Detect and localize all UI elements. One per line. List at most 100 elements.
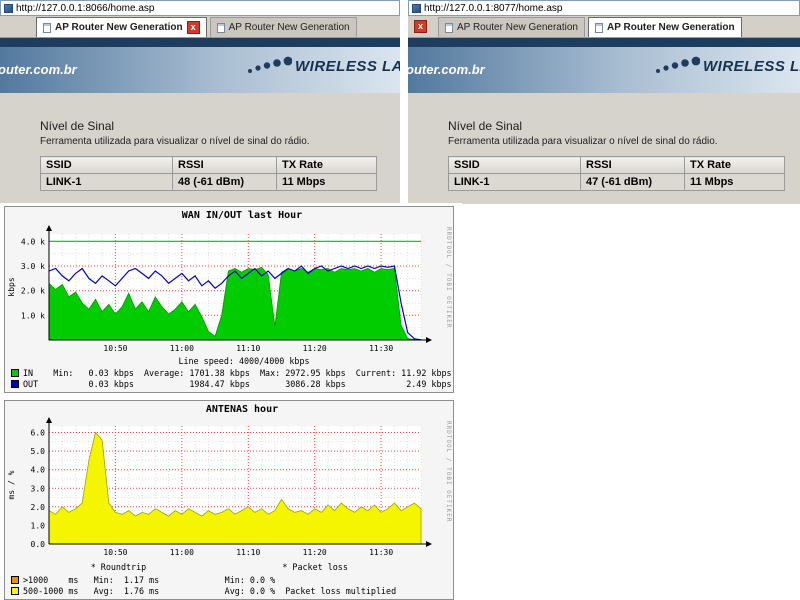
legend-row: OUT 0.03 kbps 1984.47 kbps 3086.28 kbps … (11, 379, 453, 390)
table-row: LINK-1 48 (-61 dBm) 11 Mbps (41, 174, 377, 191)
col-header-ssid: SSID (449, 157, 581, 174)
svg-text:11:00: 11:00 (170, 548, 194, 557)
signal-table: SSID RSSI TX Rate LINK-1 48 (-61 dBm) 11… (40, 156, 377, 191)
header-banner: outer.com.br WIRELESS LA (408, 47, 800, 93)
page-icon (445, 23, 453, 33)
svg-text:kbps: kbps (7, 277, 16, 296)
browser-window-right: x AP Router New Generation AP Router New… (408, 0, 800, 204)
legend-swatch-icon (11, 380, 19, 388)
svg-text:2.0 k: 2.0 k (21, 287, 45, 296)
antenas-chart-svg: 0.01.02.03.04.05.06.010:5011:0011:1011:2… (5, 416, 451, 562)
svg-text:1.0 k: 1.0 k (21, 311, 45, 320)
header-navy-strip (408, 38, 800, 47)
tab-ap-router-1[interactable]: AP Router New Generation x (36, 17, 207, 37)
close-tab-icon[interactable]: x (187, 21, 200, 34)
rrdtool-watermark: RRDTOOL / TOBI OETIKER (445, 421, 452, 522)
page-icon (43, 23, 51, 33)
cell-rssi: 47 (-61 dBm) (581, 174, 685, 191)
cell-ssid: LINK-1 (449, 174, 581, 191)
tab-bar: AP Router New Generation x AP Router New… (0, 16, 400, 38)
svg-text:5.0: 5.0 (31, 447, 46, 456)
legend-row: >1000 ms Min: 1.17 ms Min: 0.0 % (11, 575, 453, 586)
page-subtitle: Ferramenta utilizada para visualizar o n… (40, 136, 400, 147)
table-header-row: SSID RSSI TX Rate (41, 157, 377, 174)
svg-text:2.0: 2.0 (31, 503, 46, 512)
svg-text:3.0: 3.0 (31, 484, 46, 493)
svg-text:1.0: 1.0 (31, 521, 46, 530)
col-header-txrate: TX Rate (277, 157, 377, 174)
legend-text: >1000 ms Min: 1.17 ms Min: 0.0 % (23, 575, 275, 586)
url-bar[interactable] (408, 0, 800, 16)
wan-chart-panel: WAN IN/OUT last Hour 1.0 k 2.0 k 3.0 k 4.0 … (4, 206, 454, 393)
tab-label: AP Router New Generation (607, 22, 735, 33)
legend-row: IN Min: 0.03 kbps Average: 1701.38 kbps … (11, 368, 453, 379)
charts-window: WAN IN/OUT last Hour 1.0 k 2.0 k 3.0 k 4.0 … (0, 203, 462, 600)
cell-rssi: 48 (-61 dBm) (173, 174, 277, 191)
tab-label: AP Router New Generation (457, 22, 578, 33)
cell-ssid: LINK-1 (41, 174, 173, 191)
wan-chart-title: WAN IN/OUT last Hour (5, 207, 453, 222)
rrdtool-watermark: RRDTOOL / TOBI OETIKER (445, 227, 452, 328)
tab-label: AP Router New Generation (55, 22, 183, 33)
table-row: LINK-1 47 (-61 dBm) 11 Mbps (449, 174, 785, 191)
tab-ap-router-2[interactable]: AP Router New Generation (210, 17, 357, 37)
brand-logo-text: outer.com.br (0, 62, 77, 77)
col-header-rssi: RSSI (173, 157, 277, 174)
brand-logo-text: outer.com.br (408, 62, 485, 77)
legend-text: OUT 0.03 kbps 1984.47 kbps 3086.28 kbps … (23, 379, 452, 390)
close-tab-icon[interactable]: x (414, 20, 427, 33)
legend-text: IN Min: 0.03 kbps Average: 1701.38 kbps … (23, 368, 452, 379)
svg-text:11:30: 11:30 (369, 344, 393, 353)
legend-swatch-icon (11, 587, 19, 595)
url-input[interactable] (16, 3, 396, 14)
svg-text:6.0: 6.0 (31, 429, 46, 438)
page-title: Nível de Sinal (40, 119, 400, 133)
legend-text: 500-1000 ms Avg: 1.76 ms Avg: 0.0 % Pack… (23, 586, 396, 597)
dots-icon (654, 55, 700, 77)
wan-chart-legend: IN Min: 0.03 kbps Average: 1701.38 kbps … (5, 366, 453, 392)
tab-ap-router-2[interactable]: AP Router New Generation (588, 17, 742, 37)
svg-text:11:10: 11:10 (236, 344, 260, 353)
roundtrip-packetloss-note: * Roundtrip * Packet loss (5, 562, 453, 573)
svg-text:11:20: 11:20 (303, 344, 327, 353)
col-header-txrate: TX Rate (685, 157, 785, 174)
legend-row: 500-1000 ms Avg: 1.76 ms Avg: 0.0 % Pack… (11, 586, 453, 597)
url-bar[interactable] (0, 0, 400, 16)
url-input[interactable] (424, 3, 796, 14)
svg-text:ms / %: ms / % (7, 470, 16, 499)
cell-txrate: 11 Mbps (277, 174, 377, 191)
wireless-lan-text: WIRELESS LA (703, 58, 800, 75)
browser-window-left: AP Router New Generation x AP Router New… (0, 0, 400, 204)
wireless-lan-logo: WIRELESS LA (654, 55, 800, 77)
col-header-rssi: RSSI (581, 157, 685, 174)
signal-table: SSID RSSI TX Rate LINK-1 47 (-61 dBm) 11… (448, 156, 785, 191)
dots-icon (246, 55, 292, 77)
antenas-chart-legend: >1000 ms Min: 1.17 ms Min: 0.0 %500-1000… (5, 573, 453, 599)
antenas-chart-panel: ANTENAS hour 0.01.02.03.04.05.06.010:501… (4, 400, 454, 600)
svg-text:11:30: 11:30 (369, 548, 393, 557)
legend-swatch-icon (11, 369, 19, 377)
favicon-icon (412, 4, 421, 13)
tab-bar: x AP Router New Generation AP Router New… (408, 16, 800, 38)
svg-text:10:50: 10:50 (103, 344, 127, 353)
legend-swatch-icon (11, 576, 19, 584)
svg-text:4.0 k: 4.0 k (21, 237, 45, 246)
page-content: Nível de Sinal Ferramenta utilizada para… (0, 93, 400, 204)
tab-ap-router-1[interactable]: AP Router New Generation (438, 17, 585, 37)
svg-text:11:00: 11:00 (170, 344, 194, 353)
svg-text:3.0 k: 3.0 k (21, 262, 45, 271)
line-speed-label: Line speed: 4000/4000 kbps (5, 356, 453, 366)
tab-label: AP Router New Generation (229, 22, 350, 33)
header-navy-strip (0, 38, 400, 47)
header-banner: outer.com.br WIRELESS LA (0, 47, 400, 93)
wan-chart-svg: 1.0 k 2.0 k 3.0 k 4.0 k 10:50 11:00 11:10 11:20… (5, 222, 451, 356)
svg-text:10:50: 10:50 (103, 548, 127, 557)
page-title: Nível de Sinal (448, 119, 800, 133)
svg-text:0.0: 0.0 (31, 540, 46, 549)
wireless-lan-text: WIRELESS LA (295, 58, 400, 75)
page-icon (595, 23, 603, 33)
col-header-ssid: SSID (41, 157, 173, 174)
svg-text:11:20: 11:20 (303, 548, 327, 557)
cell-txrate: 11 Mbps (685, 174, 785, 191)
antenas-chart-title: ANTENAS hour (5, 401, 453, 416)
